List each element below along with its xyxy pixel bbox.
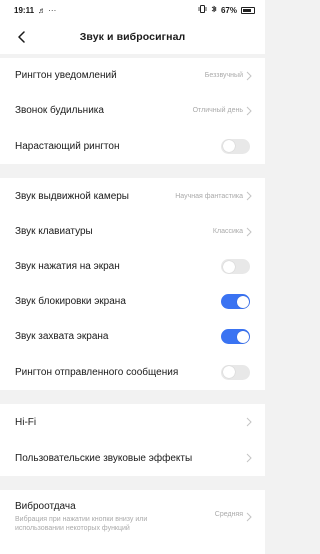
toggle-knob — [236, 295, 249, 308]
page-title: Звук и вибросигнал — [79, 31, 186, 43]
keyboard-sound-value: Классика — [212, 228, 243, 235]
tap-sound-label: Звук нажатия на экран — [15, 261, 120, 272]
rising-ringtone-row: Нарастающий рингтон — [0, 128, 265, 164]
chevron-right-icon — [246, 512, 252, 522]
header: Звук и вибросигнал — [0, 20, 265, 54]
screenshot-sound-label: Звук захвата экрана — [15, 331, 109, 342]
vibration-label: Виброотдача — [15, 501, 76, 512]
battery-percent: 67% — [220, 5, 237, 15]
toggle-knob — [222, 260, 235, 273]
popup-camera-label: Звук выдвижной камеры — [15, 190, 129, 202]
notification-ringtone-value: Беззвучный — [204, 72, 243, 79]
custom-effects-row[interactable]: Пользовательские звуковые эффекты — [0, 440, 265, 476]
status-bar: 19:11 ♬ ··· 67% — [0, 0, 265, 20]
rising-ringtone-label: Нарастающий рингтон — [15, 140, 120, 152]
status-left: 19:11 ♬ ··· — [14, 6, 56, 15]
lock-sound-label: Звук блокировки экрана — [15, 296, 126, 307]
alarm-label: Звонок будильника — [15, 105, 104, 116]
chevron-right-icon — [246, 71, 252, 81]
toggle-knob — [222, 140, 235, 152]
screenshot-sound-toggle[interactable] — [221, 329, 250, 344]
keyboard-sound-label: Звук клавиатуры — [15, 226, 93, 237]
rising-ringtone-toggle[interactable] — [221, 138, 250, 154]
popup-camera-row[interactable]: Звук выдвижной камеры Научная фантастика — [0, 178, 265, 214]
vibration-row[interactable]: Виброотдача Вибрация при нажатии кнопки … — [0, 490, 265, 544]
sent-message-toggle[interactable] — [221, 364, 250, 380]
chevron-right-icon — [246, 453, 252, 463]
ringtone-section: Рингтон уведомлений Беззвучный Звонок бу… — [0, 58, 265, 164]
status-extra: ♬ ··· — [38, 5, 57, 15]
status-time: 19:11 — [14, 5, 35, 15]
toggle-knob — [222, 366, 235, 378]
vibration-value: Средняя — [214, 511, 243, 518]
sent-message-row: Рингтон отправленного сообщения — [0, 354, 265, 390]
vibration-description: Вибрация при нажатии кнопки внизу или ис… — [15, 515, 147, 533]
chevron-right-icon — [246, 191, 252, 201]
vibrate-icon — [198, 5, 207, 15]
audio-effects-section: Hi-Fi Пользовательские звуковые эффекты — [0, 404, 265, 476]
bluetooth-icon — [211, 5, 217, 15]
alarm-value: Отличный день — [192, 107, 243, 114]
status-right: 67% — [198, 5, 255, 15]
notification-ringtone-row[interactable]: Рингтон уведомлений Беззвучный — [0, 58, 265, 93]
sent-message-label: Рингтон отправленного сообщения — [15, 366, 179, 378]
tap-sound-row: Звук нажатия на экран — [0, 249, 265, 284]
battery-icon — [241, 6, 255, 14]
tap-sound-toggle[interactable] — [221, 259, 250, 274]
custom-effects-label: Пользовательские звуковые эффекты — [15, 452, 193, 464]
chevron-right-icon — [246, 417, 252, 427]
hifi-label: Hi-Fi — [15, 416, 37, 428]
toggle-knob — [236, 330, 249, 343]
system-sounds-section: Звук выдвижной камеры Научная фантастика… — [0, 178, 265, 390]
alarm-row[interactable]: Звонок будильника Отличный день — [0, 93, 265, 128]
hifi-row[interactable]: Hi-Fi — [0, 404, 265, 440]
keyboard-sound-row[interactable]: Звук клавиатуры Классика — [0, 214, 265, 249]
lock-sound-row: Звук блокировки экрана — [0, 284, 265, 319]
notification-ringtone-label: Рингтон уведомлений — [15, 70, 117, 81]
vibration-description-line-2: использовании некоторых функций — [15, 525, 130, 532]
popup-camera-value: Научная фантастика — [175, 192, 243, 200]
vibration-section: Виброотдача Вибрация при нажатии кнопки … — [0, 490, 265, 554]
vibration-description-line-1: Вибрация при нажатии кнопки внизу или — [15, 516, 148, 523]
chevron-left-icon — [18, 31, 25, 43]
back-button[interactable] — [14, 28, 30, 46]
chevron-right-icon — [246, 227, 252, 237]
chevron-right-icon — [246, 106, 252, 116]
screenshot-sound-row: Звук захвата экрана — [0, 319, 265, 354]
lock-sound-toggle[interactable] — [221, 294, 250, 309]
